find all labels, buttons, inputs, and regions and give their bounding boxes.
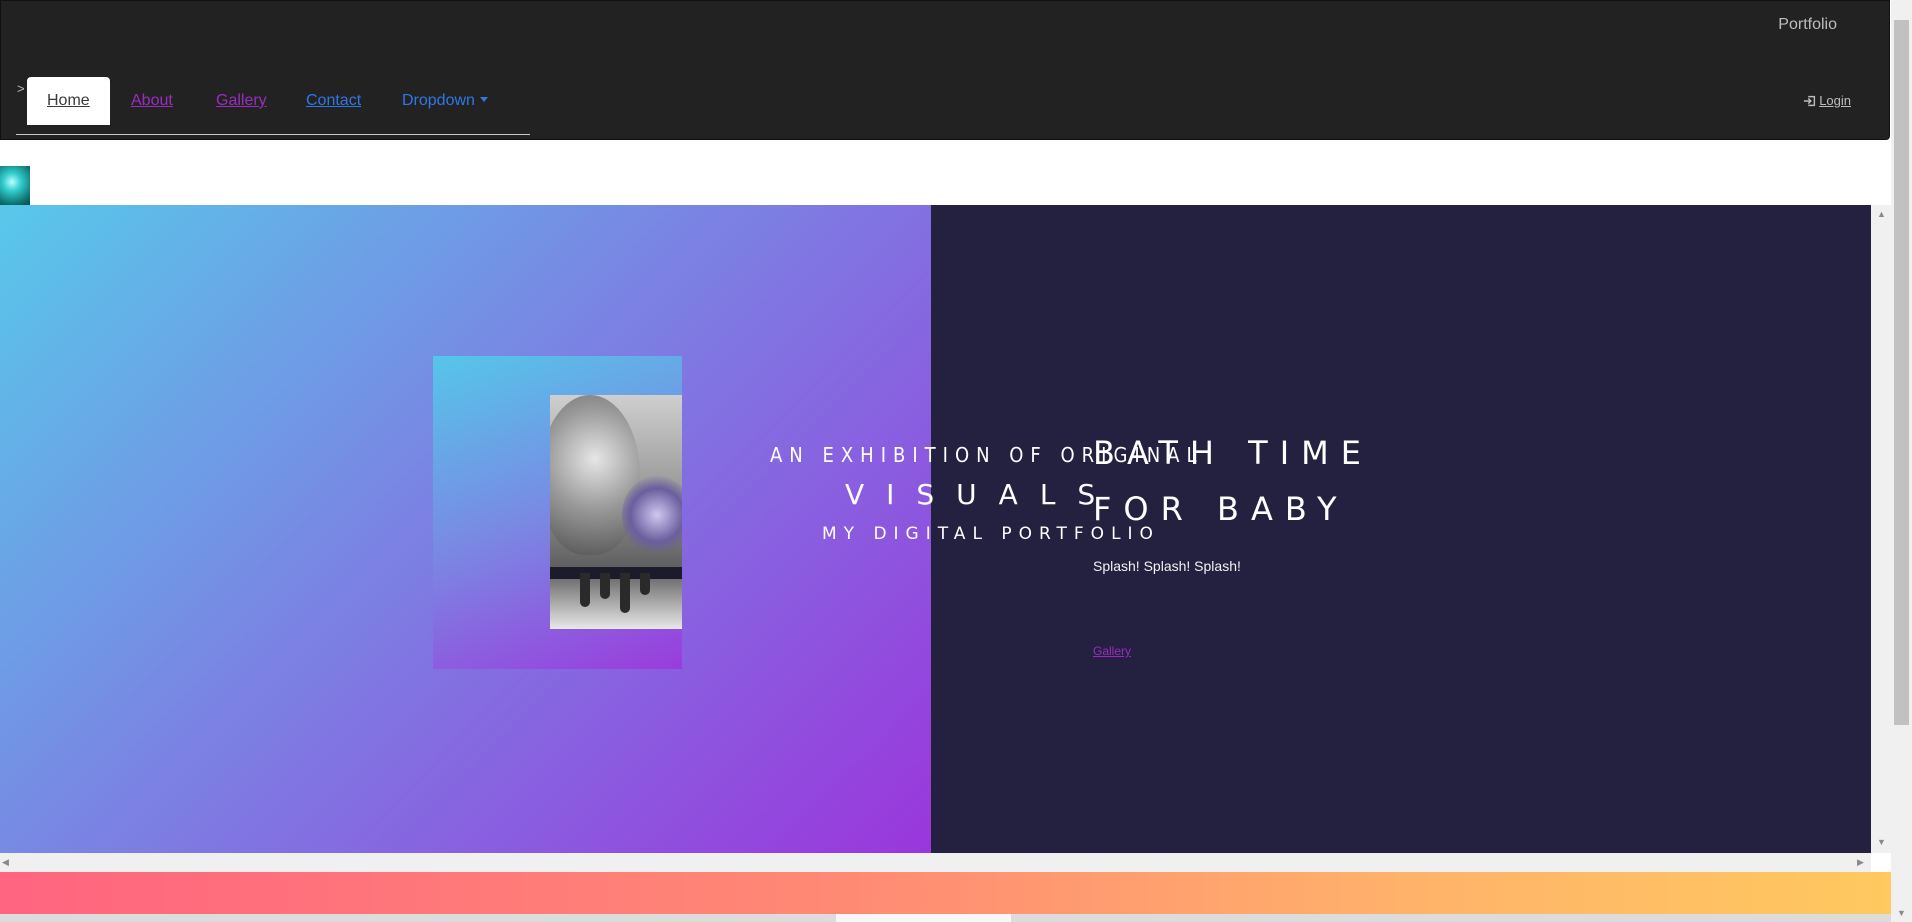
caret-down-icon <box>479 97 488 102</box>
page-scroll-down-icon[interactable]: ▼ <box>1897 908 1906 918</box>
photo-drip <box>580 573 590 607</box>
horizontal-scrollbar[interactable]: ◀ ▶ <box>0 853 1871 872</box>
page-horizontal-scrollbar[interactable] <box>0 914 1891 922</box>
page-vscroll-thumb[interactable] <box>1894 20 1909 725</box>
feature-gallery-link[interactable]: Gallery <box>1093 644 1131 658</box>
photo-band <box>550 567 682 579</box>
scroll-left-icon[interactable]: ◀ <box>2 857 9 868</box>
login-label: Login <box>1819 93 1851 108</box>
scroll-right-icon[interactable]: ▶ <box>1857 857 1864 868</box>
scroll-down-icon[interactable]: ▼ <box>1877 837 1886 847</box>
sign-in-icon <box>1804 95 1816 106</box>
feature-title: BATH TIME FOR BABY <box>1093 434 1373 528</box>
thumbnail-image <box>0 166 30 206</box>
login-link[interactable]: Login <box>1803 93 1851 108</box>
tab-home[interactable]: Home <box>27 77 110 125</box>
tab-dropdown[interactable]: Dropdown <box>402 77 488 125</box>
nav-tabs: Home About Gallery Contact Dropdown <box>16 77 530 135</box>
photo-drip <box>620 573 630 613</box>
photo-drip <box>600 573 610 599</box>
brand-link[interactable]: Portfolio <box>1778 16 1837 34</box>
scroll-up-icon[interactable]: ▲ <box>1877 209 1886 219</box>
visuals-heading: VISUALS <box>845 478 1118 511</box>
feature-text: Splash! Splash! Splash! <box>1093 558 1241 574</box>
footer-gradient-band <box>0 872 1891 914</box>
page-vertical-scrollbar[interactable]: ▼ <box>1891 0 1912 922</box>
dropdown-label: Dropdown <box>402 92 475 109</box>
inner-vertical-scrollbar[interactable]: ▲ ▼ <box>1871 205 1891 853</box>
photo-splash <box>622 475 682 555</box>
tab-about[interactable]: About <box>131 77 173 125</box>
photo-drip <box>640 573 650 595</box>
baby-photo <box>550 395 682 629</box>
tab-gallery[interactable]: Gallery <box>216 77 267 125</box>
page-hscroll-thumb[interactable] <box>836 914 1011 922</box>
tab-contact[interactable]: Contact <box>306 77 361 125</box>
top-navbar: Portfolio > Home About Gallery Contact D… <box>0 0 1890 140</box>
